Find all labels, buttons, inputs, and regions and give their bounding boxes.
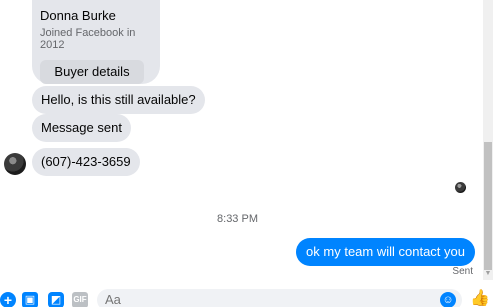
photo-icon[interactable]: ▣ <box>22 292 38 307</box>
scrollbar[interactable] <box>483 0 493 280</box>
joined-date: Joined Facebook in 2012 <box>40 27 136 51</box>
scroll-down-arrow-icon[interactable]: ▼ <box>484 270 492 278</box>
message-input[interactable] <box>97 289 462 307</box>
buyer-name: Donna Burke <box>40 8 116 23</box>
sticker-icon[interactable]: ◩ <box>48 292 64 307</box>
incoming-message: Message sent <box>32 114 131 142</box>
buyer-profile-card: Donna Burke Joined Facebook in 2012 Buye… <box>32 0 160 84</box>
message-timestamp: 8:33 PM <box>217 213 258 225</box>
gif-icon[interactable]: GIF <box>72 292 88 307</box>
scrollbar-thumb[interactable] <box>484 142 492 270</box>
delivery-status: Sent <box>452 266 473 277</box>
seen-avatar <box>455 182 466 193</box>
composer-bar: + ▣ ◩ GIF ☺ 👍 <box>0 285 500 307</box>
plus-icon[interactable]: + <box>0 292 16 307</box>
emoji-icon[interactable]: ☺ <box>440 292 456 307</box>
incoming-message: Hello, is this still available? <box>32 86 205 114</box>
buyer-details-button[interactable]: Buyer details <box>40 60 144 84</box>
messenger-chat: Donna Burke Joined Facebook in 2012 Buye… <box>0 0 500 307</box>
outgoing-message: ok my team will contact you <box>296 238 475 266</box>
sender-avatar[interactable] <box>4 153 26 175</box>
thumbs-up-icon[interactable]: 👍 <box>470 290 490 307</box>
incoming-message: (607)-423-3659 <box>32 148 140 176</box>
